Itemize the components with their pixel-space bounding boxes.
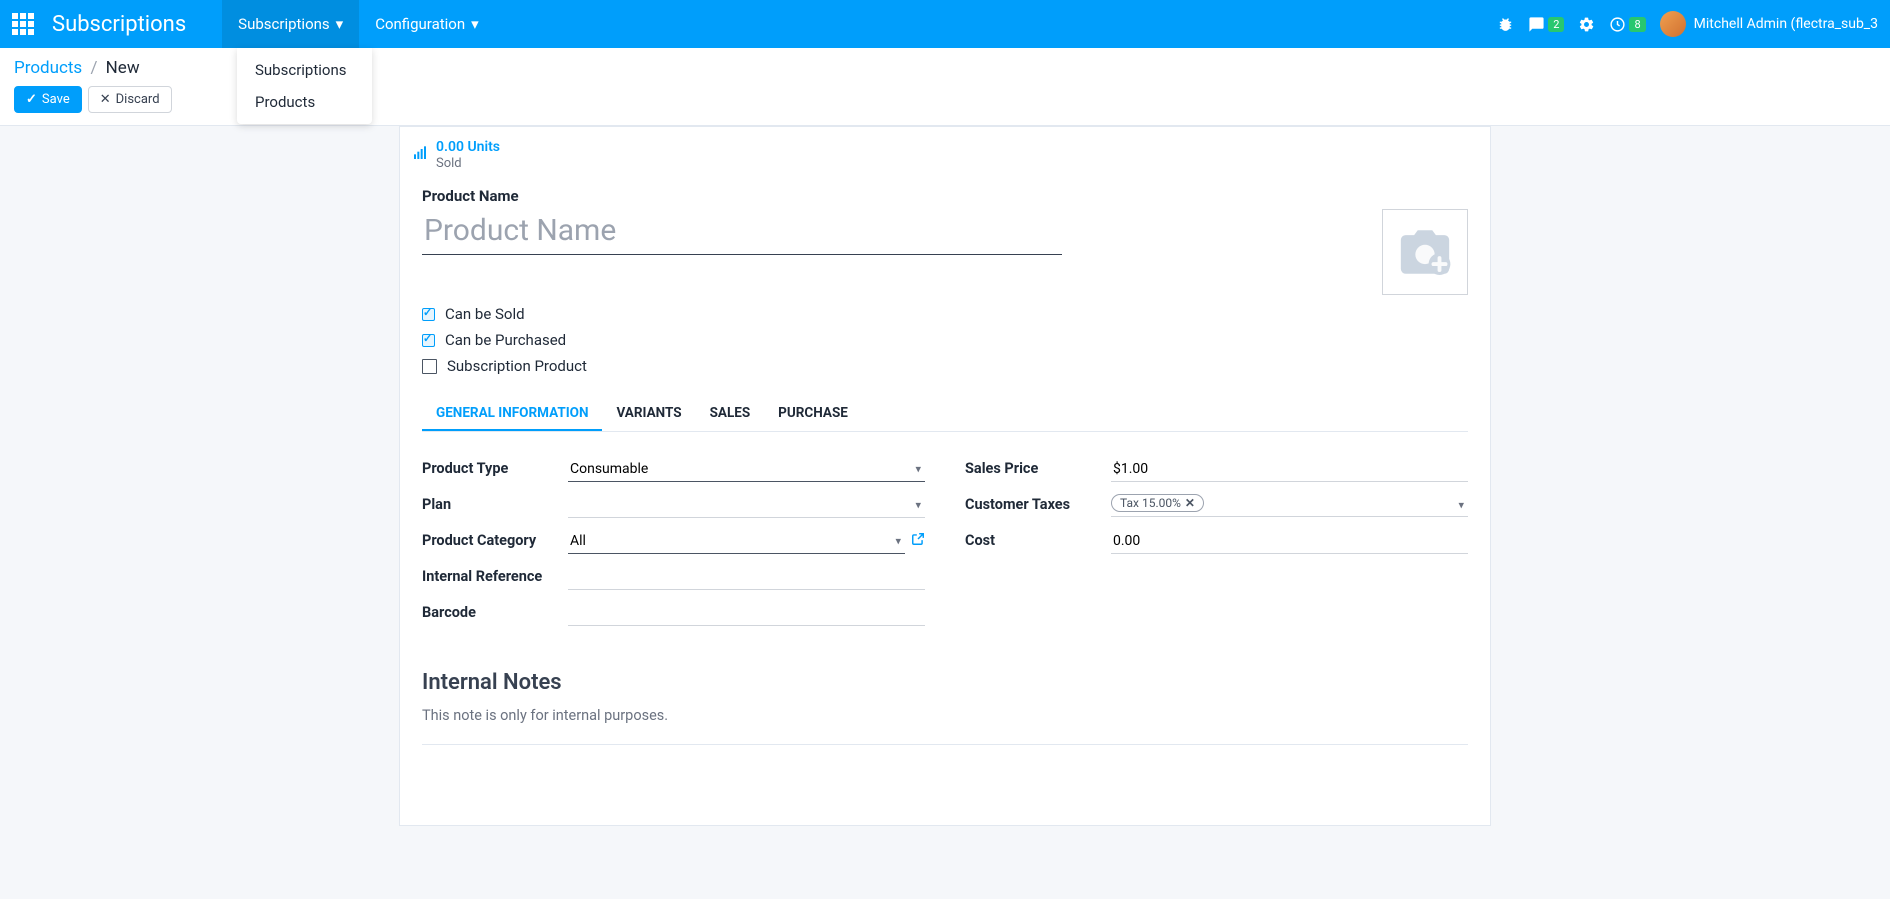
check-can-be-purchased: Can be Purchased (422, 331, 1468, 349)
label-sales-price: Sales Price (965, 460, 1111, 479)
label-customer-taxes: Customer Taxes (965, 496, 1111, 515)
checkbox-subscription-label: Subscription Product (447, 357, 587, 375)
checkbox-sold-label: Can be Sold (445, 305, 525, 323)
navbar: Subscriptions Subscriptions ▾ Configurat… (0, 0, 1890, 48)
navbar-right: 2 8 Mitchell Admin (flectra_sub_3 (1497, 11, 1878, 37)
field-product-type: Product Type ▾ (422, 454, 925, 484)
label-cost: Cost (965, 532, 1111, 551)
nav-menu: Subscriptions ▾ Configuration ▾ (222, 0, 495, 48)
user-menu[interactable]: Mitchell Admin (flectra_sub_3 (1660, 11, 1878, 37)
avatar (1660, 11, 1686, 37)
checkbox-subscription[interactable] (422, 359, 437, 374)
app-title: Subscriptions (52, 12, 186, 37)
check-list: Can be Sold Can be Purchased Subscriptio… (422, 305, 1468, 375)
messages-badge: 2 (1548, 17, 1564, 32)
tabs: GENERAL INFORMATION VARIANTS SALES PURCH… (422, 397, 1468, 432)
breadcrumb-parent[interactable]: Products (14, 58, 82, 78)
input-sales-price[interactable] (1111, 457, 1468, 482)
check-icon (26, 92, 37, 107)
stat-value: 0.00 Units (436, 139, 500, 156)
tag-label: Tax 15.00% (1120, 496, 1181, 510)
stat-button-row: 0.00 Units Sold (400, 127, 1490, 175)
nav-item-configuration[interactable]: Configuration ▾ (359, 0, 494, 48)
label-plan: Plan (422, 496, 568, 515)
label-internal-ref: Internal Reference (422, 568, 568, 587)
field-internal-reference: Internal Reference (422, 562, 925, 592)
tab-purchase[interactable]: PURCHASE (764, 397, 862, 431)
input-cost[interactable] (1111, 529, 1468, 554)
tag-remove-icon[interactable]: ✕ (1185, 496, 1195, 510)
title-label: Product Name (422, 187, 1468, 205)
label-product-type: Product Type (422, 460, 568, 479)
check-subscription-product: Subscription Product (422, 357, 1468, 375)
bars-icon (412, 145, 428, 165)
breadcrumb-separator: / (90, 58, 97, 78)
subscriptions-dropdown: Subscriptions Products (237, 48, 372, 124)
discard-button[interactable]: Discard (88, 86, 172, 113)
save-label: Save (42, 92, 70, 107)
left-column: Product Type ▾ Plan ▾ Product Category (422, 454, 925, 634)
tag-tax: Tax 15.00% ✕ (1111, 494, 1204, 512)
tab-general[interactable]: GENERAL INFORMATION (422, 397, 602, 431)
checkbox-sold[interactable] (422, 308, 435, 321)
chevron-down-icon: ▾ (1458, 498, 1464, 511)
notes-placeholder[interactable]: This note is only for internal purposes. (422, 707, 1468, 745)
stat-label: Sold (436, 156, 500, 172)
input-category[interactable] (568, 529, 905, 554)
check-can-be-sold: Can be Sold (422, 305, 1468, 323)
label-barcode: Barcode (422, 604, 568, 623)
field-sales-price: Sales Price (965, 454, 1468, 484)
nav-item-subscriptions[interactable]: Subscriptions ▾ (222, 0, 359, 48)
dropdown-item-products[interactable]: Products (237, 86, 372, 118)
form-sheet: 0.00 Units Sold Product Name Can be Sold (399, 126, 1491, 826)
section-internal-notes: Internal Notes (422, 670, 1468, 695)
form-body: Product Name Can be Sold Can be Purchase… (400, 175, 1490, 785)
field-plan: Plan ▾ (422, 490, 925, 520)
apps-icon[interactable] (12, 13, 34, 35)
breadcrumb-current: New (106, 58, 140, 78)
right-column: Sales Price Customer Taxes Tax 15.00% ✕ … (965, 454, 1468, 634)
tab-variants[interactable]: VARIANTS (602, 397, 695, 431)
input-plan[interactable] (568, 493, 925, 518)
discard-label: Discard (116, 92, 160, 107)
messages-icon[interactable]: 2 (1528, 16, 1564, 33)
form-grid: Product Type ▾ Plan ▾ Product Category (422, 454, 1468, 634)
product-name-input[interactable] (422, 209, 1062, 255)
close-icon (100, 92, 111, 107)
activities-badge: 8 (1629, 17, 1645, 32)
checkbox-purchased[interactable] (422, 334, 435, 347)
input-product-type[interactable] (568, 457, 925, 482)
input-barcode[interactable] (568, 601, 925, 626)
field-category: Product Category ▾ (422, 526, 925, 556)
nav-item-label: Configuration (375, 15, 465, 33)
tab-sales[interactable]: SALES (696, 397, 765, 431)
gears-icon[interactable] (1578, 16, 1595, 33)
label-category: Product Category (422, 532, 568, 551)
camera-plus-icon (1396, 223, 1454, 281)
field-customer-taxes: Customer Taxes Tax 15.00% ✕ ▾ (965, 490, 1468, 520)
field-barcode: Barcode (422, 598, 925, 628)
image-upload[interactable] (1382, 209, 1468, 295)
stat-text: 0.00 Units Sold (436, 139, 500, 171)
input-internal-ref[interactable] (568, 565, 925, 590)
checkbox-purchased-label: Can be Purchased (445, 331, 566, 349)
save-button[interactable]: Save (14, 86, 82, 113)
activities-icon[interactable]: 8 (1609, 16, 1645, 33)
nav-item-label: Subscriptions (238, 15, 329, 33)
chevron-down-icon: ▾ (336, 15, 344, 33)
user-name: Mitchell Admin (flectra_sub_3 (1694, 16, 1878, 32)
chevron-down-icon: ▾ (471, 15, 479, 33)
dropdown-item-subscriptions[interactable]: Subscriptions (237, 54, 372, 86)
bug-icon[interactable] (1497, 16, 1514, 33)
title-row (422, 209, 1468, 295)
external-link-icon[interactable] (911, 532, 925, 550)
stat-sold[interactable]: 0.00 Units Sold (400, 135, 512, 175)
field-cost: Cost (965, 526, 1468, 556)
